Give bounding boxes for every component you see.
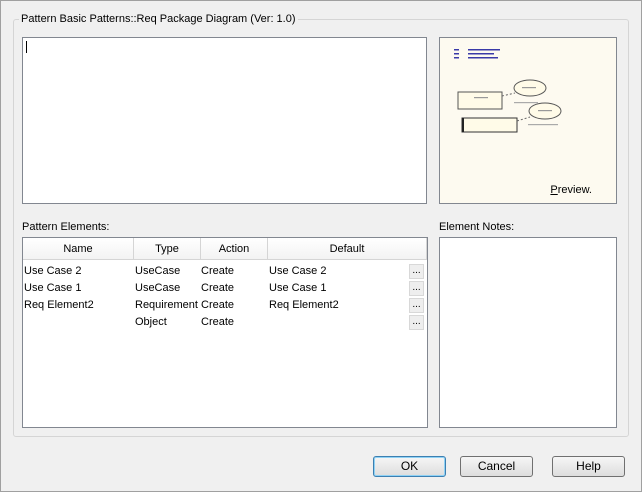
row-action: Create [201,299,235,311]
preview-label-rest: review. [557,184,592,196]
row-name: Use Case 2 [24,265,82,277]
text-caret [26,41,27,53]
preview-label-hotkey: P [550,184,558,196]
row-name: Use Case 1 [24,282,82,294]
row-action: Create [201,265,235,277]
pattern-description-textarea[interactable] [22,37,427,204]
row-action: Create [201,282,235,294]
group-title: Pattern Basic Patterns::Req Package Diag… [19,13,298,25]
row-browse-button[interactable]: ... [409,264,424,279]
row-type: UseCase [135,265,181,277]
row-browse-button[interactable]: ... [409,315,424,330]
table-row[interactable]: Use Case 2 UseCase Create Use Case 2 ... [23,263,427,280]
column-header-default[interactable]: Default [268,238,427,260]
table-row[interactable]: Use Case 1 UseCase Create Use Case 1 ... [23,280,427,297]
help-button[interactable]: Help [552,456,625,477]
row-default[interactable]: Use Case 2 [269,263,404,280]
grid-header: Name Type Action Default [23,238,427,260]
row-default[interactable]: Req Element2 [269,297,404,314]
row-default[interactable] [269,314,404,331]
table-row[interactable]: Req Element2 Requirement Create Req Elem… [23,297,427,314]
row-browse-button[interactable]: ... [409,298,424,313]
preview-label: Preview. [550,184,592,196]
pattern-elements-label: Pattern Elements: [22,221,110,233]
column-header-name[interactable]: Name [23,238,134,260]
row-name: Req Element2 [24,299,94,311]
column-header-type[interactable]: Type [134,238,201,260]
table-row[interactable]: Object Create ... [23,314,427,331]
element-notes-textarea[interactable] [439,237,617,428]
element-notes-label: Element Notes: [439,221,515,233]
ok-button[interactable]: OK [373,456,446,477]
row-action: Create [201,316,235,328]
cancel-button[interactable]: Cancel [460,456,533,477]
pattern-elements-grid[interactable]: Name Type Action Default Use Case 2 UseC… [22,237,428,428]
diagram-preview: Preview. [439,37,617,204]
row-type: Requirement [135,299,198,311]
row-default[interactable]: Use Case 1 [269,280,404,297]
preview-diagram-thumbnail [454,49,562,133]
column-header-action[interactable]: Action [201,238,268,260]
row-type: UseCase [135,282,181,294]
row-name [24,314,132,331]
row-type: Object [135,316,167,328]
row-browse-button[interactable]: ... [409,281,424,296]
